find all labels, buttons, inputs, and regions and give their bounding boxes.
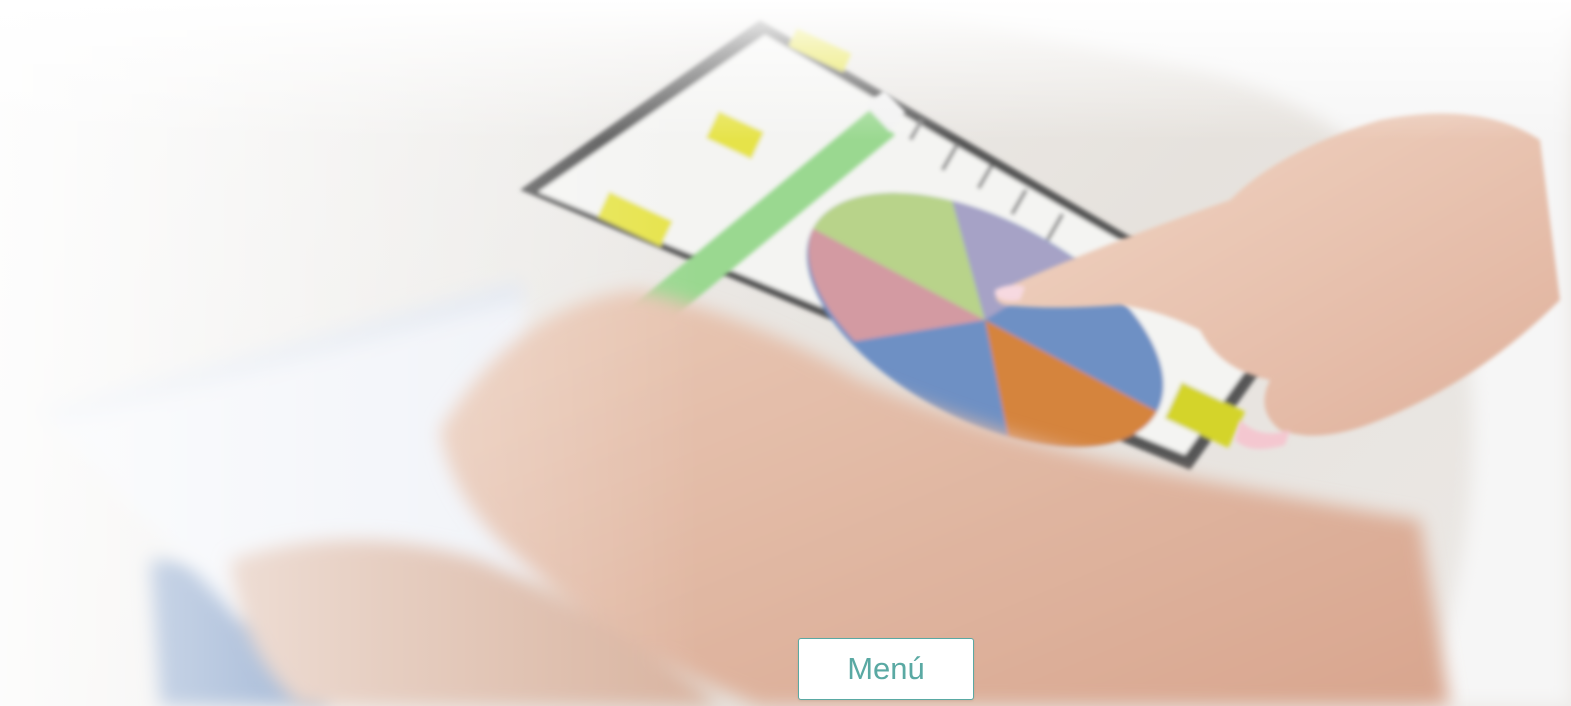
hero-banner: Menú	[0, 0, 1571, 706]
hero-photo	[40, 0, 1571, 706]
menu-button[interactable]: Menú	[798, 638, 974, 700]
